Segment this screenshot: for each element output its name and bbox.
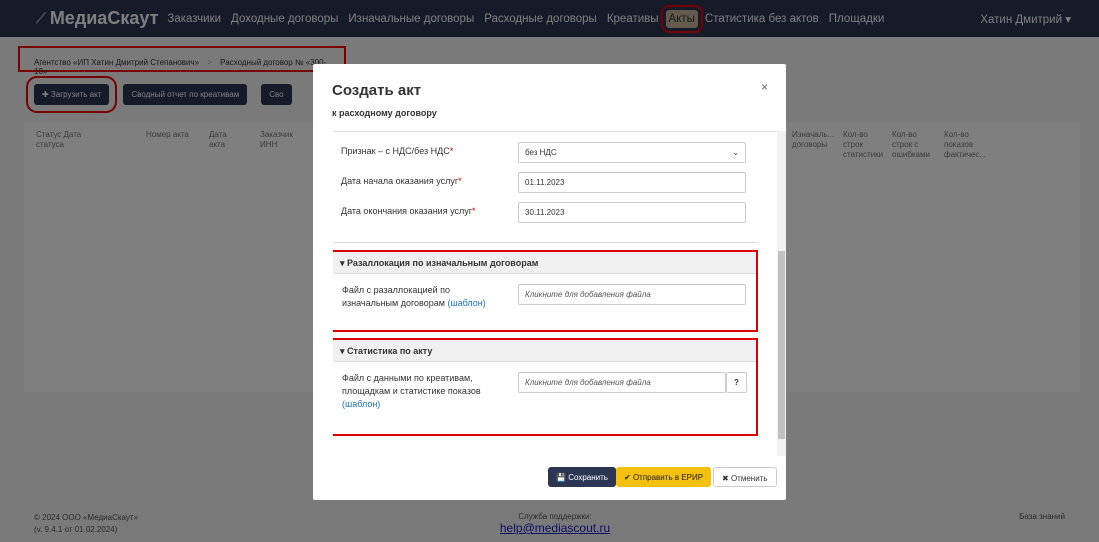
stats-label: Файл с данными по креативам, xyxy=(342,373,473,383)
send-erir-button[interactable]: ✔ Отправить в ЕРИР xyxy=(616,467,712,487)
modal-scrollbar[interactable] xyxy=(777,131,786,456)
start-date-input[interactable]: 01.11.2023 xyxy=(518,172,746,193)
act-stats-title: Статистика по акту xyxy=(347,346,433,356)
stats-file-input[interactable]: Кликните для добавления файла xyxy=(518,372,726,393)
stats-label-2: площадкам и статистике показов xyxy=(342,386,481,396)
modal-body: Признак – с НДС/без НДС* без НДС ⌄ Дата н… xyxy=(333,131,777,456)
act-stats-section: ▾ Статистика по акту Файл с данными по к… xyxy=(333,338,758,436)
cancel-label: Отменить xyxy=(730,474,768,483)
reallocation-template-link[interactable]: (шаблон) xyxy=(447,298,485,308)
stats-template-link[interactable]: (шаблон) xyxy=(342,399,380,409)
save-button[interactable]: 💾 Сохранить xyxy=(548,467,616,487)
end-date-label: Дата окончания оказания услуг xyxy=(341,206,472,216)
vat-value: без НДС xyxy=(525,148,557,157)
start-date-label: Дата начала оказания услуг xyxy=(341,176,459,186)
help-button[interactable]: ? xyxy=(726,372,747,393)
chevron-down-icon: ⌄ xyxy=(732,148,739,157)
cancel-button[interactable]: ✖ Отменить xyxy=(713,467,777,487)
reallocation-title: Разаллокация по изначальным договорам xyxy=(347,258,539,268)
act-stats-header[interactable]: ▾ Статистика по акту xyxy=(333,340,756,362)
modal-title: Создать акт xyxy=(332,82,422,99)
reallocation-header[interactable]: ▾ Разаллокация по изначальным договорам xyxy=(333,252,756,274)
reallocation-section: ▾ Разаллокация по изначальным договорам … xyxy=(333,250,758,332)
vat-label: Признак – с НДС/без НДС xyxy=(341,146,450,156)
reallocation-label-2: изначальным договорам xyxy=(342,298,445,308)
end-date-input[interactable]: 30.11.2023 xyxy=(518,202,746,223)
modal-subtitle: к расходному договору xyxy=(332,108,437,118)
send-label: Отправить в ЕРИР xyxy=(632,473,704,482)
reallocation-label: Файл с разаллокацией по xyxy=(342,285,451,295)
close-icon[interactable]: × xyxy=(761,80,768,94)
save-label: Сохранить xyxy=(568,473,608,482)
vat-select[interactable]: без НДС ⌄ xyxy=(518,142,746,163)
create-act-modal: Создать акт к расходному договору × Приз… xyxy=(313,64,786,500)
reallocation-file-input[interactable]: Кликните для добавления файла xyxy=(518,284,746,305)
modal-footer: 💾 Сохранить ✔ Отправить в ЕРИР ✖ Отменит… xyxy=(313,460,786,500)
